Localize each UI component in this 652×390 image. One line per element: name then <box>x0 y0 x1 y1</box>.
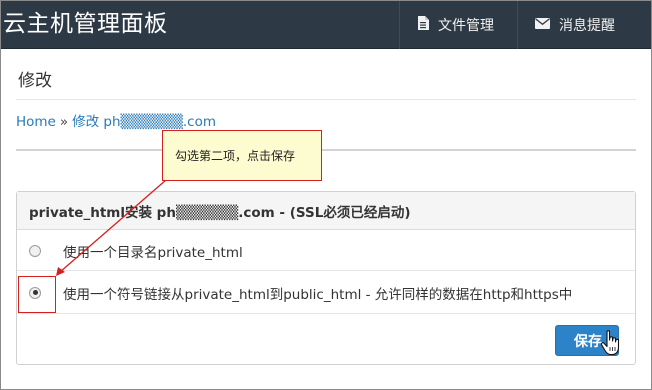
nav-divider <box>517 1 518 49</box>
page-title: 修改 <box>18 71 52 91</box>
nav-messages[interactable]: 消息提醒 <box>535 1 615 49</box>
breadcrumb-separator: » <box>59 114 69 130</box>
divider <box>16 149 636 151</box>
annotation-radio-highlight <box>18 276 56 313</box>
file-icon <box>417 16 429 34</box>
hand-cursor-icon <box>600 330 622 360</box>
nav-divider <box>399 1 400 49</box>
panel-heading: private_html安装 ph▒▒▒▒▒▒.com - (SSL必须已经启动… <box>17 192 635 230</box>
option-symlink-label: 使用一个符号链接从private_html到public_html - 允许同样… <box>63 286 573 303</box>
annotation-callout: 勾选第二项，点击保存 <box>162 130 322 181</box>
nav-messages-label: 消息提醒 <box>559 18 615 34</box>
top-navbar: 云主机管理面板 文件管理 消息提醒 <box>1 1 651 49</box>
nav-file-manager[interactable]: 文件管理 <box>417 1 494 49</box>
breadcrumb-home-link[interactable]: Home <box>16 114 56 130</box>
option-directory-label: 使用一个目录名private_html <box>63 244 243 261</box>
option-symlink[interactable]: 使用一个符号链接从private_html到public_html - 允许同样… <box>17 272 635 314</box>
private-html-panel: private_html安装 ph▒▒▒▒▒▒.com - (SSL必须已经启动… <box>16 191 636 365</box>
brand-title[interactable]: 云主机管理面板 <box>3 7 168 41</box>
breadcrumb-current-link[interactable]: 修改 ph▒▒▒▒▒▒.com <box>72 114 216 130</box>
nav-file-manager-label: 文件管理 <box>438 18 494 34</box>
breadcrumb: Home» 修改 ph▒▒▒▒▒▒.com <box>16 110 216 130</box>
radio-directory[interactable] <box>29 244 41 257</box>
divider <box>16 99 636 100</box>
option-directory[interactable]: 使用一个目录名private_html <box>17 231 635 271</box>
envelope-icon <box>535 17 550 33</box>
